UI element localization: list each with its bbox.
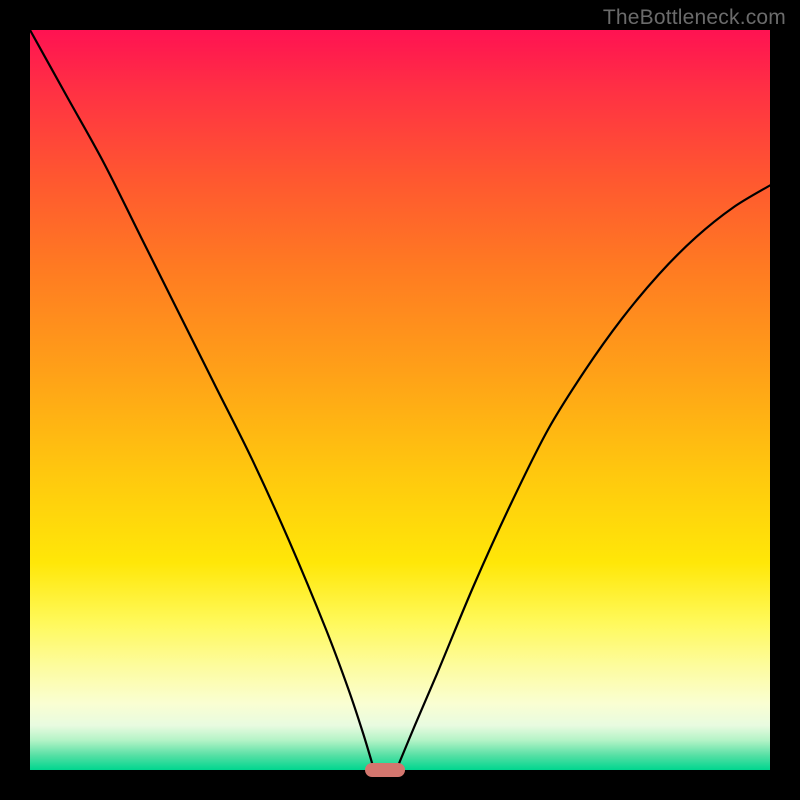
plot-area <box>30 30 770 770</box>
bottleneck-marker <box>365 763 405 777</box>
bottleneck-curve <box>30 30 770 770</box>
chart-frame: TheBottleneck.com <box>0 0 800 800</box>
watermark-text: TheBottleneck.com <box>603 6 786 30</box>
